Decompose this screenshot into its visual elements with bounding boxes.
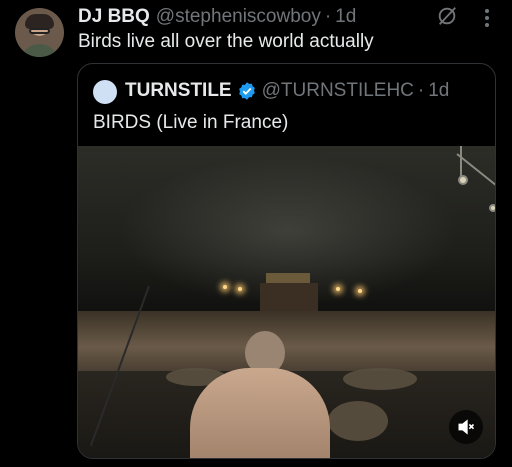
crowd [78,311,495,371]
separator-dot: · [324,6,332,27]
post-header: DJ BBQ @stepheniscowboy · 1d [78,4,356,30]
post-time[interactable]: 1d [335,6,356,28]
quoted-author-name[interactable]: TURNSTILE [125,80,232,102]
stage-light [238,287,242,291]
stage-sign [266,273,310,283]
drum-cymbal [343,368,417,390]
avatar-hair [25,14,54,29]
quoted-post-card[interactable]: TURNSTILE @TURNSTILEHC · 1d BIRDS (Live … [77,63,496,459]
stage-light [358,289,362,293]
video-player[interactable] [78,146,495,458]
stage-light [223,285,227,289]
author-handle[interactable]: @stepheniscowboy [156,6,321,28]
grok-icon[interactable] [436,5,458,27]
quoted-post-text: BIRDS (Live in France) [93,112,289,133]
stage-light [336,287,340,291]
quoted-separator-dot: · [417,80,425,101]
lighting-rig [456,146,495,212]
more-vertical-icon[interactable] [478,6,496,30]
author-avatar[interactable] [15,8,64,57]
avatar-glasses [29,28,50,34]
quoted-post-time[interactable]: 1d [428,80,449,102]
quoted-author-avatar[interactable] [93,80,117,104]
quoted-author-handle[interactable]: @TURNSTILEHC [262,80,414,102]
author-name[interactable]: DJ BBQ [78,6,150,28]
post-text: Birds live all over the world actually [78,31,374,52]
stage [260,283,318,311]
mute-button[interactable] [449,410,483,444]
drum-tom [328,401,388,441]
drummer-body [190,368,330,458]
volume-muted-icon [458,419,475,435]
quoted-post-header: TURNSTILE @TURNSTILEHC · 1d [125,78,449,104]
avatar-shirt [21,44,58,57]
verified-badge-icon [238,82,255,100]
